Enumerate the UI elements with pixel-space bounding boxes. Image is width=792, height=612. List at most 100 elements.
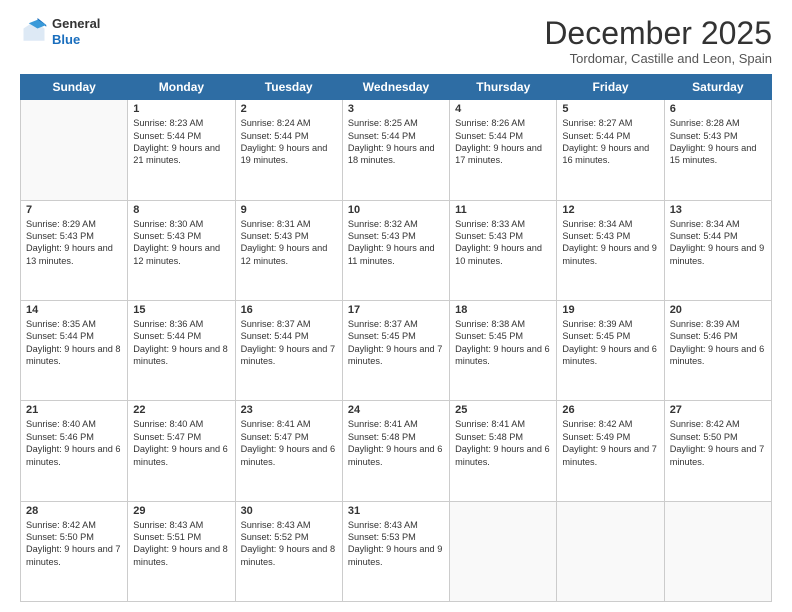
day-number: 12 xyxy=(562,204,658,216)
table-row: 6 Sunrise: 8:28 AMSunset: 5:43 PMDaylight… xyxy=(664,100,771,200)
cell-info: Sunrise: 8:27 AMSunset: 5:44 PMDaylight:… xyxy=(562,117,658,167)
cell-info: Sunrise: 8:34 AMSunset: 5:43 PMDaylight:… xyxy=(562,218,658,268)
calendar-week-row: 14Sunrise: 8:35 AMSunset: 5:44 PMDayligh… xyxy=(21,300,772,400)
table-row: 27Sunrise: 8:42 AMSunset: 5:50 PMDayligh… xyxy=(664,401,771,501)
day-number: 17 xyxy=(348,304,444,316)
day-number: 6 xyxy=(670,103,766,115)
day-number: 22 xyxy=(133,404,229,416)
logo-text: General Blue xyxy=(52,16,100,47)
day-number: 13 xyxy=(670,204,766,216)
table-row: 9 Sunrise: 8:31 AMSunset: 5:43 PMDaylight… xyxy=(235,200,342,300)
title-area: December 2025 Tordomar, Castille and Leo… xyxy=(544,16,772,66)
cell-info: Sunrise: 8:23 AMSunset: 5:44 PMDaylight:… xyxy=(133,117,229,167)
day-number: 1 xyxy=(133,103,229,115)
day-number: 24 xyxy=(348,404,444,416)
location: Tordomar, Castille and Leon, Spain xyxy=(544,51,772,66)
day-number: 19 xyxy=(562,304,658,316)
calendar-week-row: 28 Sunrise: 8:42 AMSunset: 5:50 PMDayligh… xyxy=(21,501,772,601)
day-number: 9 xyxy=(241,204,337,216)
table-row xyxy=(450,501,557,601)
cell-info: Sunrise: 8:42 AMSunset: 5:50 PMDaylight:… xyxy=(26,519,122,569)
cell-info: Sunrise: 8:31 AMSunset: 5:43 PMDaylight:… xyxy=(241,218,337,268)
day-number: 4 xyxy=(455,103,551,115)
table-row: 10 Sunrise: 8:32 AMSunset: 5:43 PMDayligh… xyxy=(342,200,449,300)
table-row xyxy=(21,100,128,200)
cell-info: Sunrise: 8:30 AMSunset: 5:43 PMDaylight:… xyxy=(133,218,229,268)
table-row: 25 Sunrise: 8:41 AMSunset: 5:48 PMDayligh… xyxy=(450,401,557,501)
table-row xyxy=(664,501,771,601)
day-number: 7 xyxy=(26,204,122,216)
calendar-table: Sunday Monday Tuesday Wednesday Thursday… xyxy=(20,74,772,602)
cell-info: Sunrise: 8:32 AMSunset: 5:43 PMDaylight:… xyxy=(348,218,444,268)
cell-info: Sunrise: 8:28 AMSunset: 5:43 PMDaylight:… xyxy=(670,117,766,167)
table-row: 11 Sunrise: 8:33 AMSunset: 5:43 PMDayligh… xyxy=(450,200,557,300)
table-row: 23Sunrise: 8:41 AMSunset: 5:47 PMDayligh… xyxy=(235,401,342,501)
day-number: 16 xyxy=(241,304,337,316)
day-number: 11 xyxy=(455,204,551,216)
cell-info: Sunrise: 8:40 AMSunset: 5:47 PMDaylight:… xyxy=(133,418,229,468)
cell-info: Sunrise: 8:36 AMSunset: 5:44 PMDaylight:… xyxy=(133,318,229,368)
day-number: 28 xyxy=(26,505,122,517)
col-saturday: Saturday xyxy=(664,75,771,100)
day-number: 3 xyxy=(348,103,444,115)
table-row: 29Sunrise: 8:43 AMSunset: 5:51 PMDayligh… xyxy=(128,501,235,601)
table-row: 19 Sunrise: 8:39 AMSunset: 5:45 PMDayligh… xyxy=(557,300,664,400)
day-number: 5 xyxy=(562,103,658,115)
calendar-body: 1 Sunrise: 8:23 AMSunset: 5:44 PMDaylight… xyxy=(21,100,772,602)
day-number: 27 xyxy=(670,404,766,416)
table-row: 24 Sunrise: 8:41 AMSunset: 5:48 PMDayligh… xyxy=(342,401,449,501)
table-row: 17 Sunrise: 8:37 AMSunset: 5:45 PMDayligh… xyxy=(342,300,449,400)
cell-info: Sunrise: 8:40 AMSunset: 5:46 PMDaylight:… xyxy=(26,418,122,468)
cell-info: Sunrise: 8:37 AMSunset: 5:45 PMDaylight:… xyxy=(348,318,444,368)
col-wednesday: Wednesday xyxy=(342,75,449,100)
cell-info: Sunrise: 8:38 AMSunset: 5:45 PMDaylight:… xyxy=(455,318,551,368)
cell-info: Sunrise: 8:37 AMSunset: 5:44 PMDaylight:… xyxy=(241,318,337,368)
table-row: 3 Sunrise: 8:25 AMSunset: 5:44 PMDaylight… xyxy=(342,100,449,200)
cell-info: Sunrise: 8:25 AMSunset: 5:44 PMDaylight:… xyxy=(348,117,444,167)
cell-info: Sunrise: 8:34 AMSunset: 5:44 PMDaylight:… xyxy=(670,218,766,268)
cell-info: Sunrise: 8:33 AMSunset: 5:43 PMDaylight:… xyxy=(455,218,551,268)
logo: General Blue xyxy=(20,16,100,47)
day-number: 31 xyxy=(348,505,444,517)
header: General Blue December 2025 Tordomar, Cas… xyxy=(20,16,772,66)
day-number: 14 xyxy=(26,304,122,316)
table-row: 22 Sunrise: 8:40 AMSunset: 5:47 PMDayligh… xyxy=(128,401,235,501)
table-row: 4Sunrise: 8:26 AMSunset: 5:44 PMDaylight… xyxy=(450,100,557,200)
day-number: 18 xyxy=(455,304,551,316)
cell-info: Sunrise: 8:41 AMSunset: 5:48 PMDaylight:… xyxy=(348,418,444,468)
table-row: 20Sunrise: 8:39 AMSunset: 5:46 PMDayligh… xyxy=(664,300,771,400)
table-row: 26Sunrise: 8:42 AMSunset: 5:49 PMDayligh… xyxy=(557,401,664,501)
cell-info: Sunrise: 8:43 AMSunset: 5:52 PMDaylight:… xyxy=(241,519,337,569)
day-number: 2 xyxy=(241,103,337,115)
table-row: 18 Sunrise: 8:38 AMSunset: 5:45 PMDayligh… xyxy=(450,300,557,400)
table-row: 12 Sunrise: 8:34 AMSunset: 5:43 PMDayligh… xyxy=(557,200,664,300)
day-number: 21 xyxy=(26,404,122,416)
logo-icon xyxy=(20,18,48,46)
table-row: 16 Sunrise: 8:37 AMSunset: 5:44 PMDayligh… xyxy=(235,300,342,400)
table-row: 28 Sunrise: 8:42 AMSunset: 5:50 PMDayligh… xyxy=(21,501,128,601)
col-monday: Monday xyxy=(128,75,235,100)
table-row: 21 Sunrise: 8:40 AMSunset: 5:46 PMDayligh… xyxy=(21,401,128,501)
table-row: 5 Sunrise: 8:27 AMSunset: 5:44 PMDaylight… xyxy=(557,100,664,200)
table-row: 8 Sunrise: 8:30 AMSunset: 5:43 PMDaylight… xyxy=(128,200,235,300)
day-number: 8 xyxy=(133,204,229,216)
table-row xyxy=(557,501,664,601)
day-number: 25 xyxy=(455,404,551,416)
calendar-header-row: Sunday Monday Tuesday Wednesday Thursday… xyxy=(21,75,772,100)
cell-info: Sunrise: 8:29 AMSunset: 5:43 PMDaylight:… xyxy=(26,218,122,268)
table-row: 1 Sunrise: 8:23 AMSunset: 5:44 PMDaylight… xyxy=(128,100,235,200)
day-number: 20 xyxy=(670,304,766,316)
day-number: 15 xyxy=(133,304,229,316)
day-number: 10 xyxy=(348,204,444,216)
page: General Blue December 2025 Tordomar, Cas… xyxy=(0,0,792,612)
cell-info: Sunrise: 8:41 AMSunset: 5:48 PMDaylight:… xyxy=(455,418,551,468)
cell-info: Sunrise: 8:24 AMSunset: 5:44 PMDaylight:… xyxy=(241,117,337,167)
month-title: December 2025 xyxy=(544,16,772,51)
day-number: 23 xyxy=(241,404,337,416)
cell-info: Sunrise: 8:39 AMSunset: 5:45 PMDaylight:… xyxy=(562,318,658,368)
table-row: 30Sunrise: 8:43 AMSunset: 5:52 PMDayligh… xyxy=(235,501,342,601)
col-sunday: Sunday xyxy=(21,75,128,100)
table-row: 15 Sunrise: 8:36 AMSunset: 5:44 PMDayligh… xyxy=(128,300,235,400)
col-friday: Friday xyxy=(557,75,664,100)
day-number: 26 xyxy=(562,404,658,416)
